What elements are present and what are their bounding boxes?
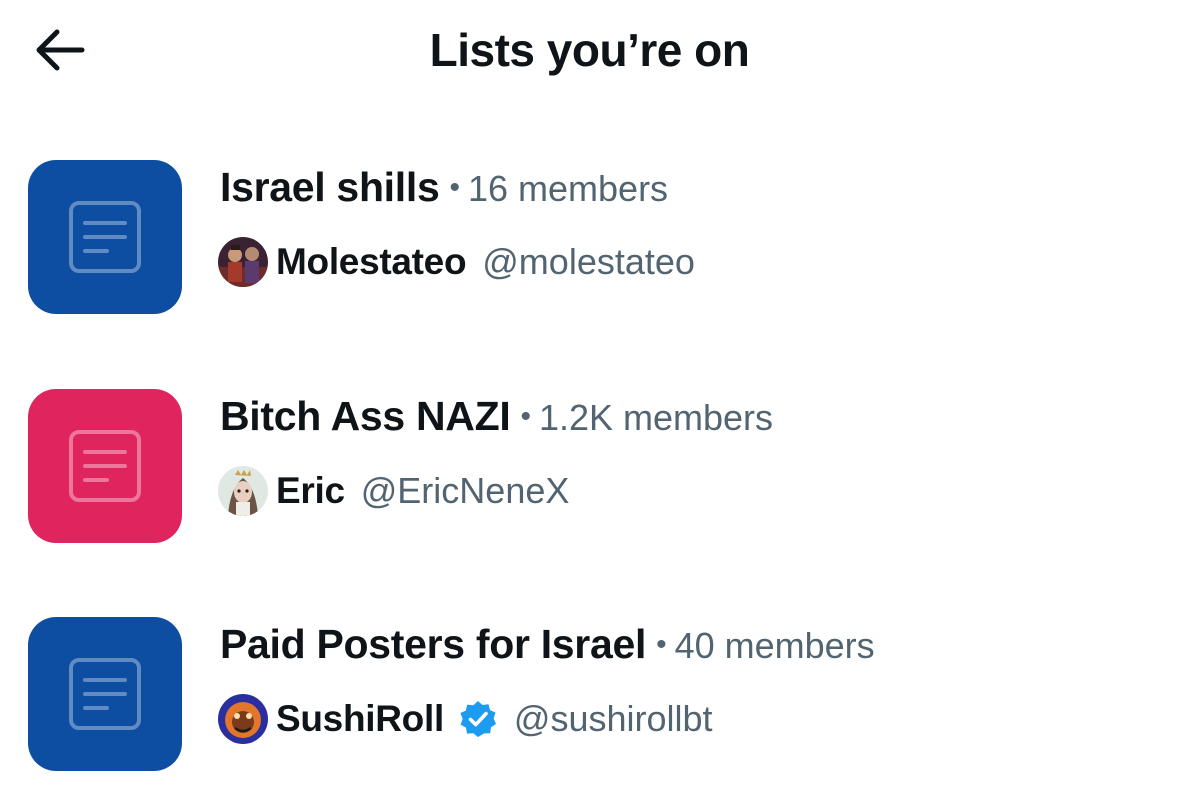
list-tile xyxy=(28,160,182,314)
avatar[interactable] xyxy=(218,237,268,287)
list-tile xyxy=(28,617,182,771)
list-name: Bitch Ass NAZI xyxy=(220,393,511,439)
list-document-icon xyxy=(69,201,141,273)
avatar[interactable] xyxy=(218,694,268,744)
member-count: 40 members xyxy=(674,625,875,666)
verified-badge-icon xyxy=(458,699,498,739)
member-count: 16 members xyxy=(467,168,669,209)
top-bar: Lists you’re on xyxy=(0,0,1179,100)
list-owner: Eric @EricNeneX xyxy=(218,465,569,517)
list-name: Israel shills xyxy=(220,164,440,210)
owner-name: Eric xyxy=(276,470,345,511)
owner-handle: @EricNeneX xyxy=(360,470,570,511)
list-title-line: Israel shills • 16 members xyxy=(220,164,668,216)
list-owner: SushiRoll @sushirollbt xyxy=(218,693,713,745)
owner-handle: @sushirollbt xyxy=(513,698,713,739)
list-item[interactable]: Israel shills • 16 members Molestateo @m… xyxy=(0,152,1179,322)
separator-dot: • xyxy=(449,171,460,204)
separator-dot: • xyxy=(656,628,667,661)
list-name: Paid Posters for Israel xyxy=(220,621,647,667)
list-tile xyxy=(28,389,182,543)
list-document-icon xyxy=(69,658,141,730)
list-owner: Molestateo @molestateo xyxy=(218,236,695,288)
separator-dot: • xyxy=(520,400,531,433)
member-count: 1.2K members xyxy=(538,397,774,438)
page-title: Lists you’re on xyxy=(429,24,750,76)
owner-name: Molestateo xyxy=(276,241,467,282)
list-title-line: Bitch Ass NAZI • 1.2K members xyxy=(220,393,773,445)
list-title-line: Paid Posters for Israel • 40 members xyxy=(220,621,875,673)
avatar[interactable] xyxy=(218,466,268,516)
owner-handle: @molestateo xyxy=(482,241,695,282)
list-document-icon xyxy=(69,430,141,502)
list-item[interactable]: Bitch Ass NAZI • 1.2K members Eric @Eric… xyxy=(0,381,1179,551)
list-item[interactable]: Paid Posters for Israel • 40 members Sus… xyxy=(0,609,1179,779)
owner-name: SushiRoll xyxy=(276,698,444,739)
